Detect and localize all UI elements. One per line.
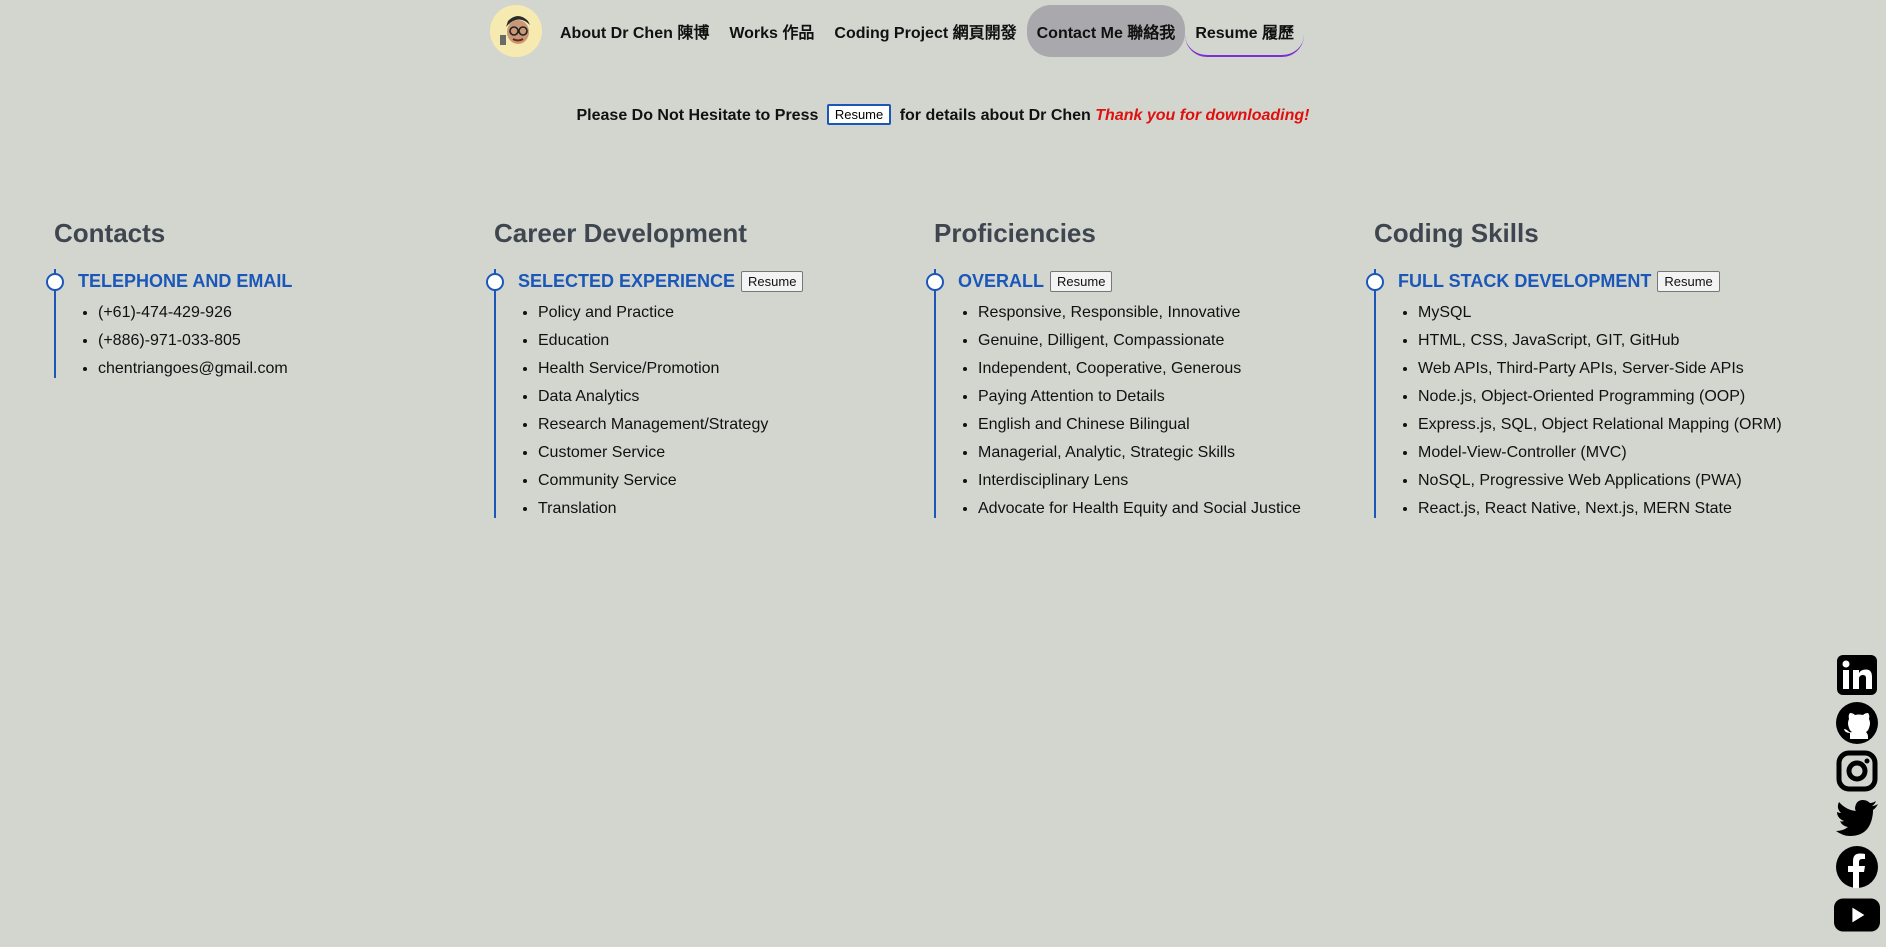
experience-list: Policy and Practice Education Health Ser… [518, 304, 914, 518]
list-item: Translation [538, 500, 914, 518]
nav-contact[interactable]: Contact Me 聯絡我 [1026, 5, 1186, 57]
list-item: chentriangoes@gmail.com [98, 360, 474, 378]
proficiency-list: Responsive, Responsible, Innovative Genu… [958, 304, 1354, 518]
column-title: Contacts [54, 218, 166, 248]
timeline-dot-icon [926, 273, 944, 291]
timeline-dot-icon [486, 273, 504, 291]
contact-list: (+61)-474-429-926 (+886)-971-033-805 che… [78, 304, 474, 378]
list-item: Data Analytics [538, 388, 914, 406]
list-item: English and Chinese Bilingual [978, 416, 1354, 434]
social-links [1834, 654, 1880, 936]
section-heading: SELECTED EXPERIENCE Resume [518, 271, 914, 292]
section-title: OVERALL [958, 271, 1045, 291]
list-item: Express.js, SQL, Object Relational Mappi… [1418, 416, 1794, 434]
resume-button[interactable]: Resume [1657, 271, 1720, 292]
timeline-section: SELECTED EXPERIENCEResume Policy and Pra… [486, 269, 914, 518]
thanks-text: Thank you for downloading! [1095, 107, 1310, 124]
list-item: Paying Attention to Details [978, 388, 1354, 406]
timeline-dot-icon [46, 273, 64, 291]
list-item: Interdisciplinary Lens [978, 472, 1354, 490]
list-item: Customer Service [538, 444, 914, 462]
nav-coding-project[interactable]: Coding Project 網頁開發 [824, 5, 1026, 57]
resume-prompt: Please Do Not Hesitate to Press Resume f… [0, 104, 1886, 125]
list-item: (+61)-474-429-926 [98, 304, 474, 322]
avatar[interactable] [490, 5, 542, 57]
section-heading: FULL STACK DEVELOPMENT Resume [1398, 271, 1794, 292]
facebook-icon[interactable] [1834, 846, 1880, 888]
list-item: Advocate for Health Equity and Social Ju… [978, 500, 1354, 518]
nav-works[interactable]: Works 作品 [719, 5, 824, 57]
list-item: Health Service/Promotion [538, 360, 914, 378]
list-item: Research Management/Strategy [538, 416, 914, 434]
list-item: Community Service [538, 472, 914, 490]
nav-about[interactable]: About Dr Chen 陳博 [550, 5, 719, 57]
timeline-dot-icon [1366, 273, 1384, 291]
prompt-resume-button[interactable]: Resume [826, 104, 892, 125]
column-title: Coding Skills [1374, 218, 1539, 248]
list-item: Node.js, Object-Oriented Programming (OO… [1418, 388, 1794, 406]
section-heading: OVERALL Resume [958, 271, 1354, 292]
section-title: TELEPHONE AND EMAIL [78, 271, 293, 291]
twitter-icon[interactable] [1834, 798, 1880, 840]
list-item: Education [538, 332, 914, 350]
list-item: MySQL [1418, 304, 1794, 322]
proficiencies-column: Proficiencies OVERALLResume Responsive, … [926, 218, 1354, 528]
section-title: FULL STACK DEVELOPMENT [1398, 271, 1652, 291]
section-heading: TELEPHONE AND EMAIL [78, 271, 474, 292]
prompt-text-before: Please Do Not Hesitate to Press [576, 107, 819, 124]
column-title: Proficiencies [934, 218, 1096, 248]
contacts-column: Contacts TELEPHONE AND EMAIL (+61)-474-4… [46, 218, 474, 388]
skills-list: MySQL HTML, CSS, JavaScript, GIT, GitHub… [1398, 304, 1794, 518]
list-item: Independent, Cooperative, Generous [978, 360, 1354, 378]
youtube-icon[interactable] [1834, 894, 1880, 936]
list-item: NoSQL, Progressive Web Applications (PWA… [1418, 472, 1794, 490]
list-item: Web APIs, Third-Party APIs, Server-Side … [1418, 360, 1794, 378]
avatar-cartoon-icon [490, 5, 542, 57]
list-item: React.js, React Native, Next.js, MERN St… [1418, 500, 1794, 518]
instagram-icon[interactable] [1834, 750, 1880, 792]
nav-resume[interactable]: Resume 履歷 [1185, 5, 1305, 57]
list-item: Policy and Practice [538, 304, 914, 322]
coding-skills-column: Coding Skills FULL STACK DEVELOPMENT Resu… [1366, 218, 1794, 528]
list-item: HTML, CSS, JavaScript, GIT, GitHub [1418, 332, 1794, 350]
list-item: Genuine, Dilligent, Compassionate [978, 332, 1354, 350]
linkedin-icon[interactable] [1834, 654, 1880, 696]
list-item: (+886)-971-033-805 [98, 332, 474, 350]
prompt-text-after: for details about Dr Chen [899, 107, 1091, 124]
timeline-section: OVERALLResume Responsive, Responsible, I… [926, 269, 1354, 518]
list-item: Managerial, Analytic, Strategic Skills [978, 444, 1354, 462]
resume-button[interactable]: Resume [1050, 271, 1113, 292]
timeline-section: FULL STACK DEVELOPMENTResume MySQL HTML,… [1366, 269, 1794, 518]
top-nav: About Dr Chen 陳博 Works 作品 Coding Project… [490, 5, 1305, 57]
list-item: Responsive, Responsible, Innovative [978, 304, 1354, 322]
column-title: Career Development [494, 218, 747, 248]
career-column: Career Development SELECTED EXPERIENCE Re… [486, 218, 914, 528]
resume-button[interactable]: Resume [741, 271, 804, 292]
list-item: Model-View-Controller (MVC) [1418, 444, 1794, 462]
github-icon[interactable] [1834, 702, 1880, 744]
timeline-section: TELEPHONE AND EMAIL (+61)-474-429-926 (+… [46, 269, 474, 378]
section-title: SELECTED EXPERIENCE [518, 271, 736, 291]
